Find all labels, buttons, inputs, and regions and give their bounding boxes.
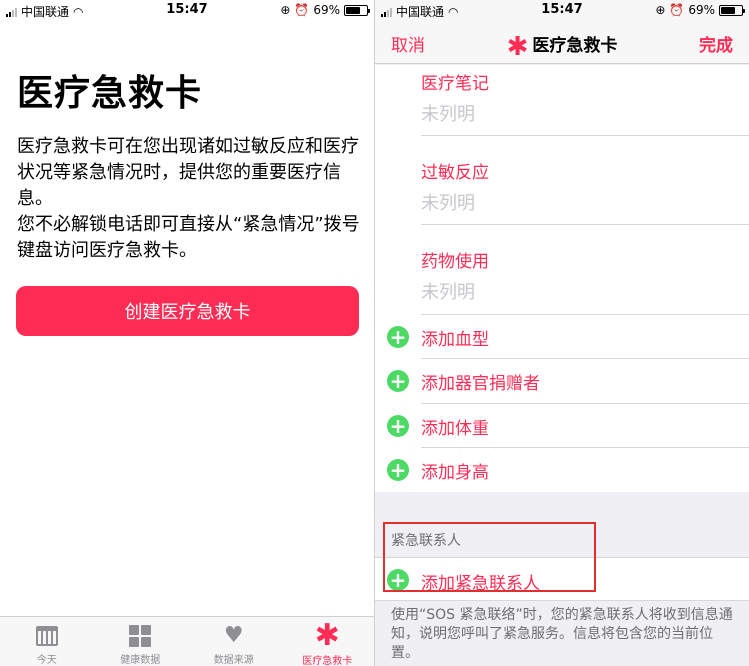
- status-bar: 中国联通 ◠ 15:47 ⊕ ⏰ 69%: [375, 0, 749, 20]
- description-line-1: 医疗急救卡可在您出现诸如过敏反应和医疗状况等紧急情况时，提供您的重要医疗信息。: [17, 136, 359, 209]
- add-blood-type-row[interactable]: + 添加血型: [375, 315, 749, 359]
- field-medical-notes[interactable]: 医疗笔记 未列明: [421, 69, 749, 126]
- description-line-2: 您不必解锁电话即可直接从“紧急情况”拨号键盘访问医疗急救卡。: [17, 214, 360, 261]
- grid-icon: [129, 624, 152, 647]
- add-organ-donor-row[interactable]: + 添加器官捐赠者: [375, 359, 749, 403]
- separator: [421, 135, 749, 136]
- add-circle-icon: +: [387, 370, 409, 392]
- add-row-label: 添加器官捐赠者: [421, 373, 540, 394]
- orientation-lock-icon: ⊕: [280, 3, 291, 17]
- alarm-icon: ⏰: [669, 3, 685, 17]
- add-row-label: 添加体重: [421, 418, 489, 439]
- field-value: 未列明: [421, 193, 475, 214]
- create-medical-id-button[interactable]: 创建医疗急救卡: [16, 286, 359, 336]
- field-label: 过敏反应: [421, 163, 489, 183]
- medical-asterisk-icon: ✱: [506, 32, 529, 62]
- status-bar: 中国联通 ◠ 15:47 ⊕ ⏰ 69%: [0, 0, 374, 20]
- nav-title: ✱ 医疗急救卡: [375, 31, 749, 62]
- tab-label: 今天: [36, 655, 57, 666]
- field-medications[interactable]: 药物使用 未列明: [421, 247, 749, 304]
- field-allergies[interactable]: 过敏反应 未列明: [421, 158, 749, 215]
- done-button[interactable]: 完成: [699, 31, 733, 56]
- description: 医疗急救卡可在您出现诸如过敏反应和医疗状况等紧急情况时，提供您的重要医疗信息。 …: [17, 134, 362, 264]
- nav-title-text: 医疗急救卡: [532, 36, 618, 56]
- tab-sources[interactable]: ♥ 数据来源: [187, 617, 281, 666]
- heart-arrow-icon: ♥: [223, 622, 244, 648]
- tab-medical-id[interactable]: ✱ 医疗急救卡: [281, 617, 375, 666]
- page-title: 医疗急救卡: [17, 73, 203, 114]
- tab-label: 数据来源: [213, 655, 254, 666]
- battery-icon: [719, 4, 745, 16]
- battery-label: 69%: [688, 3, 715, 17]
- tab-label: 健康数据: [120, 655, 161, 666]
- battery-label: 69%: [313, 3, 340, 17]
- separator: [421, 224, 749, 225]
- add-circle-icon: +: [387, 326, 409, 348]
- add-height-row[interactable]: + 添加身高: [375, 448, 749, 492]
- add-weight-row[interactable]: + 添加体重: [375, 404, 749, 448]
- calendar-icon: [35, 625, 58, 646]
- tab-label: 医疗急救卡: [302, 656, 353, 666]
- tab-today[interactable]: 今天: [0, 617, 94, 666]
- left-screen: 中国联通 ◠ 15:47 ⊕ ⏰ 69% 医疗急救卡 医疗急救卡可在您出现诸如过…: [0, 0, 374, 666]
- alarm-icon: ⏰: [294, 3, 310, 17]
- medical-asterisk-icon: ✱: [314, 618, 340, 653]
- field-label: 药物使用: [421, 252, 489, 272]
- footer-note: 使用“SOS 紧急联络”时，您的紧急联系人将收到信息通知，说明您呼叫了紧急服务。…: [391, 607, 733, 661]
- orientation-lock-icon: ⊕: [655, 3, 666, 17]
- tab-health-data[interactable]: 健康数据: [94, 617, 188, 666]
- medical-id-form: 医疗笔记 未列明 过敏反应 未列明 药物使用 未列明 + 添加血型 + 添加器官…: [375, 65, 749, 492]
- add-circle-icon: +: [387, 415, 409, 437]
- field-value: 未列明: [421, 282, 475, 303]
- tab-bar: 今天 健康数据 ♥ 数据来源 ✱ 医疗急救卡: [0, 616, 374, 666]
- field-label: 医疗笔记: [421, 74, 489, 94]
- navigation-bar: 取消 ✱ 医疗急救卡 完成: [375, 20, 749, 64]
- field-value: 未列明: [421, 104, 475, 125]
- battery-icon: [344, 4, 370, 16]
- highlight-box: [383, 522, 596, 592]
- add-circle-icon: +: [387, 459, 409, 481]
- add-row-label: 添加血型: [421, 329, 489, 350]
- add-row-label: 添加身高: [421, 462, 489, 483]
